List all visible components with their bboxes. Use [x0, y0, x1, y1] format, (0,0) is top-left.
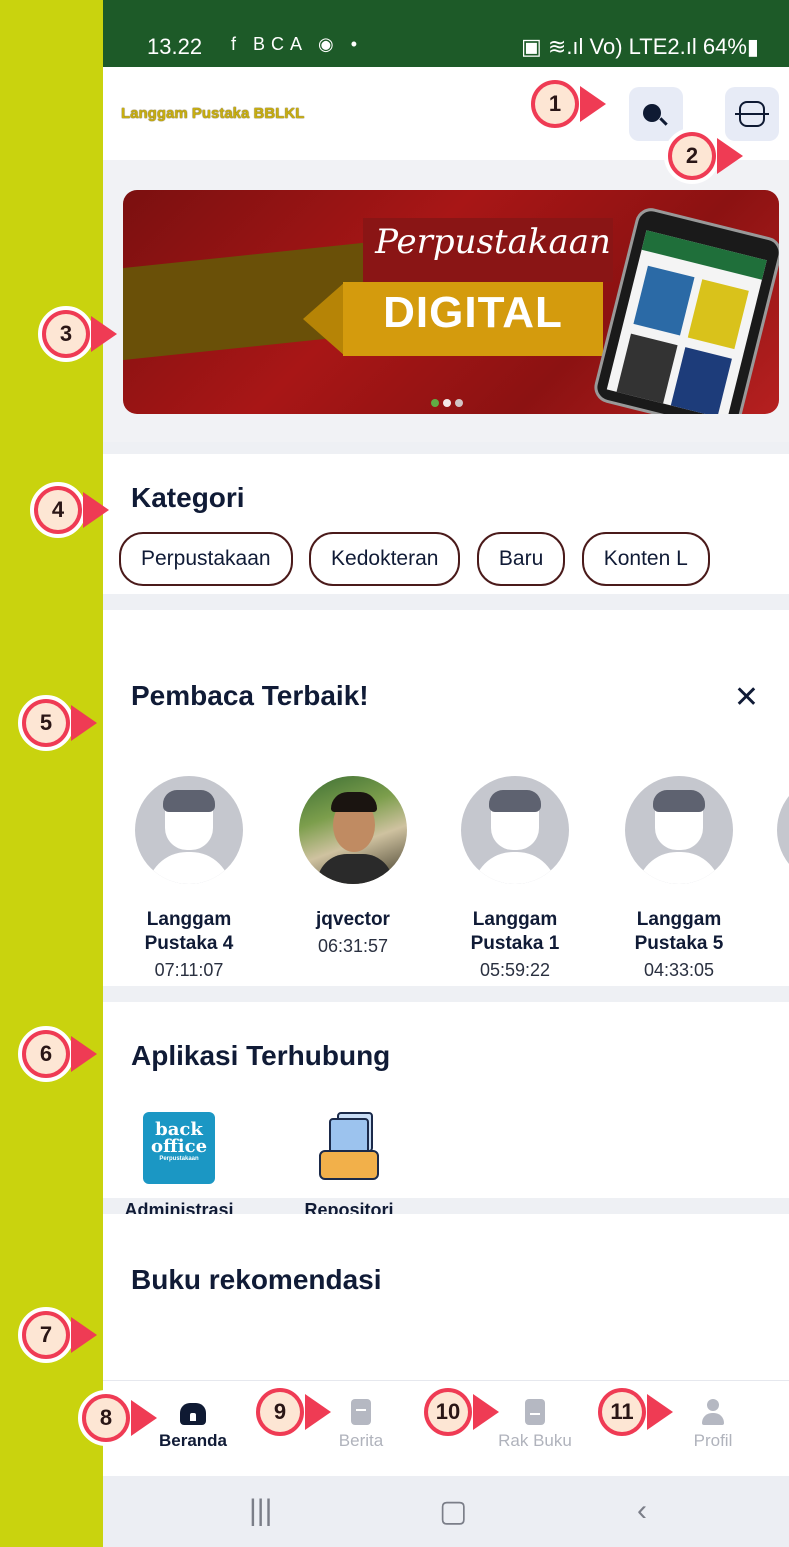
- avatar: [299, 776, 407, 884]
- reader-name: jqvector: [316, 909, 390, 930]
- status-time: 13.22: [147, 34, 203, 59]
- chip-baru[interactable]: Baru: [476, 532, 566, 586]
- home-button[interactable]: ▢: [439, 1494, 467, 1529]
- annotation-badge-10: 10: [420, 1384, 476, 1440]
- banner-carousel[interactable]: Perpustakaan DIGITAL: [123, 190, 779, 414]
- system-navigation-bar: ||| ▢ ‹: [103, 1476, 789, 1547]
- back-button[interactable]: ‹: [637, 1494, 647, 1528]
- annotation-badge-7: 7: [18, 1307, 74, 1363]
- annotation-arrow: [71, 1317, 97, 1353]
- reader-item[interactable]: jqvector 06:31:57: [283, 776, 423, 957]
- phone-screen: 13.22 f BCA ◉ • ▣ ≋.ıl Vo) LTE2.ıl 64%▮ …: [103, 0, 789, 1547]
- status-bar: 13.22 f BCA ◉ • ▣ ≋.ıl Vo) LTE2.ıl 64%▮: [103, 0, 789, 67]
- chip-perpustakaan[interactable]: Perpustakaan: [119, 532, 293, 586]
- close-icon[interactable]: ✕: [734, 680, 759, 715]
- reader-name: Langgam Pustaka 4: [144, 909, 234, 954]
- avatar[interactable]: [777, 776, 789, 884]
- carousel-dots[interactable]: [431, 394, 467, 412]
- nav-label: Rak Buku: [498, 1431, 572, 1450]
- annotation-badge-5: 5: [18, 695, 74, 751]
- back-office-icon: back office Perpustakaan: [143, 1112, 215, 1184]
- annotation-arrow: [305, 1394, 331, 1430]
- app-title: Langgam Pustaka BBLKL: [121, 105, 305, 122]
- annotation-arrow: [580, 86, 606, 122]
- bookshelf-icon: [522, 1399, 548, 1425]
- kategori-section: Kategori Perpustakaan Kedokteran Baru Ko…: [103, 454, 789, 594]
- reader-name: Langgam Pustaka 5: [634, 909, 724, 954]
- banner-script-text: Perpustakaan: [375, 222, 611, 262]
- reader-time: 07:11:07: [154, 960, 224, 980]
- reader-name: Langgam Pustaka 1: [470, 909, 560, 954]
- annotation-badge-4: 4: [30, 482, 86, 538]
- chip-konten[interactable]: Konten L: [581, 532, 710, 586]
- reader-time: 06:31:57: [317, 936, 389, 956]
- status-notification-icons: f BCA ◉ •: [231, 34, 364, 54]
- annotation-badge-8: 8: [78, 1390, 134, 1446]
- banner-section: Perpustakaan DIGITAL: [103, 160, 789, 442]
- reader-item[interactable]: Langgam Pustaka 5 04:33:05: [609, 776, 749, 981]
- repository-icon: [313, 1112, 385, 1184]
- annotation-arrow: [91, 316, 117, 352]
- scan-button[interactable]: [725, 87, 779, 141]
- pembaca-section: Pembaca Terbaik! ✕ Langgam Pustaka 4 07:…: [103, 610, 789, 986]
- annotation-arrow: [131, 1400, 157, 1436]
- annotation-arrow: [83, 492, 109, 528]
- annotation-badge-9: 9: [252, 1384, 308, 1440]
- nav-label: Profil: [693, 1431, 733, 1450]
- news-icon: [348, 1399, 374, 1425]
- rekomendasi-section: Buku rekomendasi: [103, 1214, 789, 1394]
- kategori-title: Kategori: [131, 482, 245, 513]
- aplikasi-title: Aplikasi Terhubung: [131, 1040, 391, 1071]
- annotation-badge-6: 6: [18, 1026, 74, 1082]
- recents-button[interactable]: |||: [249, 1494, 272, 1528]
- nav-label: Berita: [338, 1431, 384, 1450]
- reader-item[interactable]: Langgam Pustaka 1 05:59:22: [445, 776, 585, 981]
- status-right-icons: ▣ ≋.ıl Vo) LTE2.ıl 64%▮: [520, 34, 759, 59]
- aplikasi-section: Aplikasi Terhubung back office Perpustak…: [103, 1002, 789, 1220]
- annotation-arrow: [71, 1036, 97, 1072]
- pembaca-title: Pembaca Terbaik!: [131, 680, 369, 711]
- app-administrasi[interactable]: back office Perpustakaan Administrasi: [109, 1112, 249, 1221]
- reader-list: Langgam Pustaka 4 07:11:07 jqvector 06:3…: [103, 776, 789, 986]
- reader-time: 04:33:05: [643, 960, 715, 980]
- home-icon: [180, 1399, 206, 1425]
- annotation-badge-3: 3: [38, 306, 94, 362]
- rekomendasi-title: Buku rekomendasi: [131, 1264, 382, 1295]
- annotation-badge-2: 2: [664, 128, 720, 184]
- annotation-arrow: [473, 1394, 499, 1430]
- avatar: [461, 776, 569, 884]
- annotation-arrow: [71, 705, 97, 741]
- app-repositori[interactable]: Repositori: [279, 1112, 419, 1221]
- annotation-badge-1: 1: [527, 76, 583, 132]
- avatar: [135, 776, 243, 884]
- annotation-badge-11: 11: [594, 1384, 650, 1440]
- profile-icon: [700, 1399, 726, 1425]
- banner-main-text: DIGITAL: [383, 288, 563, 337]
- annotation-arrow: [717, 138, 743, 174]
- reader-item[interactable]: Langgam Pustaka 4 07:11:07: [119, 776, 259, 981]
- category-chips: Perpustakaan Kedokteran Baru Konten L: [119, 532, 722, 586]
- chip-kedokteran[interactable]: Kedokteran: [309, 532, 461, 586]
- annotation-arrow: [647, 1394, 673, 1430]
- avatar: [625, 776, 733, 884]
- reader-time: 05:59:22: [479, 960, 551, 980]
